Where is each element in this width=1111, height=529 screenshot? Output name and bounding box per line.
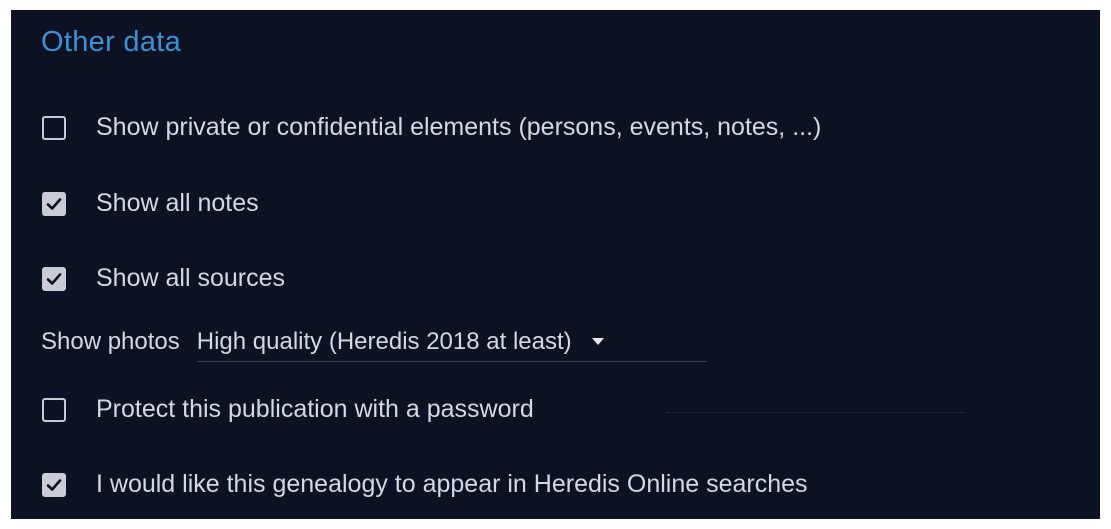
option-show-all-notes[interactable]: Show all notes [42, 189, 259, 218]
private-elements-checkbox[interactable] [42, 115, 66, 140]
show-photos-row: Show photos High quality (Heredis 2018 a… [41, 322, 707, 362]
checkmark-icon [46, 478, 62, 491]
chevron-down-icon[interactable] [591, 338, 604, 345]
show-all-sources-label: Show all sources [96, 264, 285, 292]
photos-quality-value: High quality (Heredis 2018 at least) [196, 327, 572, 355]
option-online-search[interactable]: I would like this genealogy to appear in… [42, 470, 808, 499]
checkmark-icon [46, 197, 62, 210]
other-data-panel: Other data Show private or confidential … [11, 10, 1100, 519]
password-protect-label: Protect this publication with a password [96, 395, 534, 423]
online-search-label: I would like this genealogy to appear in… [96, 470, 808, 498]
show-photos-label: Show photos [41, 328, 180, 355]
section-title: Other data [41, 26, 182, 58]
photos-quality-select[interactable]: High quality (Heredis 2018 at least) [196, 322, 707, 362]
checkmark-icon [46, 272, 62, 285]
option-password-protect[interactable]: Protect this publication with a password [42, 395, 534, 424]
private-elements-label: Show private or confidential elements (p… [96, 113, 822, 141]
option-show-all-sources[interactable]: Show all sources [42, 264, 285, 293]
show-all-sources-checkbox[interactable] [42, 266, 66, 291]
password-protect-checkbox[interactable] [42, 397, 66, 422]
show-all-notes-label: Show all notes [96, 189, 259, 217]
option-private-elements[interactable]: Show private or confidential elements (p… [42, 113, 821, 142]
show-all-notes-checkbox[interactable] [42, 191, 66, 216]
online-search-checkbox[interactable] [42, 472, 66, 497]
password-input[interactable] [667, 410, 965, 413]
